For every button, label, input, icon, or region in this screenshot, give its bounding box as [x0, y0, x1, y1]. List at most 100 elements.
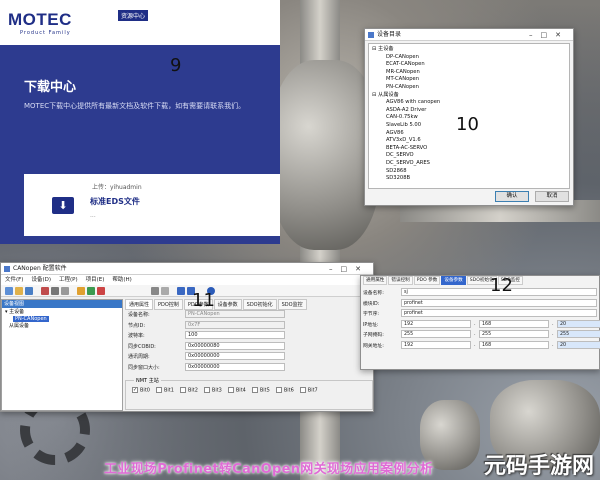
field-input: PN-CANopen [185, 310, 285, 318]
ip-separator: . [552, 320, 554, 327]
file-title-link[interactable]: 标准EDS文件 [90, 196, 140, 207]
tree-item[interactable]: AGV86 with canopen [372, 99, 566, 107]
form-row: 通讯周期: 0x00000000 [125, 351, 373, 362]
new-icon[interactable] [5, 287, 13, 295]
refresh-icon[interactable] [161, 287, 169, 295]
checkbox-icon[interactable] [251, 387, 258, 393]
copy-icon[interactable] [61, 287, 69, 295]
bit-checkbox[interactable]: Bit3 [203, 387, 222, 394]
field-input[interactable]: 0x00000080 [185, 341, 285, 350]
menu-item[interactable]: 工程(P) [59, 277, 78, 283]
checkbox-icon[interactable] [299, 387, 306, 393]
ip-octet-input[interactable]: 255 [557, 330, 600, 338]
form-row: 同步COBID: 0x00000080 [125, 341, 373, 352]
delete-icon[interactable] [41, 287, 49, 295]
open-icon[interactable] [15, 287, 23, 295]
tree-node-master[interactable]: ▾ 主设备 [5, 309, 119, 316]
checkbox-icon[interactable] [203, 387, 210, 393]
ip-octet-input[interactable]: 20 [557, 319, 600, 328]
params-label: 设备名称: [363, 291, 384, 296]
params-tab[interactable]: 设备参数 [441, 276, 466, 285]
form-row: 节点ID: 0x7F [125, 320, 373, 331]
params-label: 子网掩码: [363, 333, 384, 338]
settings-icon[interactable] [151, 287, 159, 295]
bit-label: Bit2 [187, 387, 198, 394]
checkbox-icon[interactable] [132, 387, 138, 393]
bit-checkbox[interactable]: Bit4 [227, 387, 246, 394]
field-input[interactable]: 0x00000000 [185, 362, 285, 371]
label-number-12: 12 [490, 275, 513, 296]
tree-category[interactable]: ⊟ 主设备 [372, 46, 566, 54]
tree-category-label: 主设备 [378, 46, 394, 52]
tree-item[interactable]: ATV3xD_V1.6 [372, 137, 566, 145]
tree-item[interactable]: BETA-AC-SERVO [372, 145, 566, 153]
ip-octet-input[interactable]: 168 [479, 319, 549, 328]
tree-item[interactable]: DP-CANopen [372, 54, 566, 62]
tree-item[interactable]: DC_SERVO_ARES [372, 160, 566, 168]
menu-item[interactable]: 文件(F) [5, 277, 23, 283]
menu-item[interactable]: 设备(D) [31, 277, 51, 283]
nmt-title: NMT 主站 [134, 377, 161, 384]
ip-octet-input[interactable]: 192 [401, 340, 471, 349]
bit-label: Bit4 [235, 387, 246, 394]
download-icon[interactable]: ⬇ [52, 197, 74, 214]
tree-item[interactable]: ECAT-CANopen [372, 61, 566, 69]
resource-center-badge[interactable]: 资源中心 [118, 10, 149, 21]
tree-category[interactable]: ⊟ 从属设备 [372, 92, 566, 100]
params-row: 设备名称: sj [361, 287, 599, 298]
field-label: 设备名称: [128, 312, 150, 318]
params-row: 子网掩码: 255. 255. 255 [361, 329, 600, 340]
download-icon[interactable] [177, 287, 185, 295]
tree-item[interactable]: DC_SERVO [372, 152, 566, 160]
ip-octet-input[interactable]: 255 [479, 330, 549, 338]
bit-checkbox[interactable]: Bit2 [179, 387, 198, 394]
tree-item[interactable]: SD2868 [372, 168, 566, 176]
app-icon [4, 266, 10, 272]
window-controls[interactable]: –□✕ [529, 29, 569, 41]
remove-icon[interactable] [97, 287, 105, 295]
ok-button[interactable]: 确认 [495, 191, 529, 202]
checkbox-icon[interactable] [227, 387, 234, 393]
bit-checkbox[interactable]: Bit6 [275, 387, 294, 394]
params-tab[interactable]: 通用属性 [363, 276, 388, 285]
tree-node-slaves[interactable]: 从属设备 [5, 323, 119, 330]
bit-checkbox[interactable]: Bit1 [155, 387, 174, 394]
menu-item[interactable]: 项目(E) [86, 277, 105, 283]
menu-bar: 文件(F) 设备(D) 工程(P) 项目(E) 帮助(H) [1, 275, 373, 285]
bit-checkbox[interactable]: Bit5 [251, 387, 270, 394]
folder-icon[interactable] [77, 287, 85, 295]
cancel-button[interactable]: 取消 [535, 191, 569, 202]
ip-octet-input[interactable]: 20 [557, 340, 600, 349]
save-icon[interactable] [25, 287, 33, 295]
cut-icon[interactable] [51, 287, 59, 295]
checkbox-icon[interactable] [179, 387, 186, 393]
config-titlebar: CANopen 配置软件 –□✕ [1, 263, 373, 275]
window-controls[interactable]: –□✕ [329, 263, 369, 275]
ip-octet-input[interactable]: 168 [479, 340, 549, 349]
params-row: 字节序: profinet [361, 308, 599, 319]
params-tab[interactable]: 错误控制 [388, 276, 413, 285]
add-icon[interactable] [87, 287, 95, 295]
motec-logo[interactable]: MOTEC [8, 10, 72, 30]
tree-item[interactable]: MR-CANopen [372, 69, 566, 77]
bit-checkbox[interactable]: Bit0 [132, 387, 150, 394]
ip-octet-input[interactable]: 192 [401, 319, 471, 328]
label-number-9: 9 [170, 55, 182, 76]
tree-item[interactable]: PN-CANopen [372, 84, 566, 92]
tree-item[interactable]: MT-CANopen [372, 76, 566, 84]
field-input[interactable]: 100 [185, 331, 285, 339]
field-input[interactable]: 0x00000000 [185, 352, 285, 360]
ip-octet-input[interactable]: 255 [401, 330, 471, 338]
bit-checkbox[interactable]: Bit7 [299, 387, 318, 394]
tree-item[interactable]: SD3208B [372, 175, 566, 183]
menu-item[interactable]: 帮助(H) [112, 277, 131, 283]
params-input[interactable]: profinet [401, 309, 597, 317]
checkbox-icon[interactable] [155, 387, 162, 393]
params-tab[interactable]: PDO 参数 [413, 276, 441, 285]
bit-label: Bit7 [307, 387, 318, 394]
download-card[interactable]: ⬇ 上传：yihuadmin 标准EDS文件 ... [24, 174, 280, 236]
params-input[interactable]: profinet [401, 298, 597, 307]
checkbox-icon[interactable] [275, 387, 282, 393]
params-form: 设备名称: sj 模块ID: profinet 字节序: profinet IP地址: 192… [361, 287, 600, 350]
tree-node-pn-canopen[interactable]: PN-CANopen [5, 316, 119, 323]
